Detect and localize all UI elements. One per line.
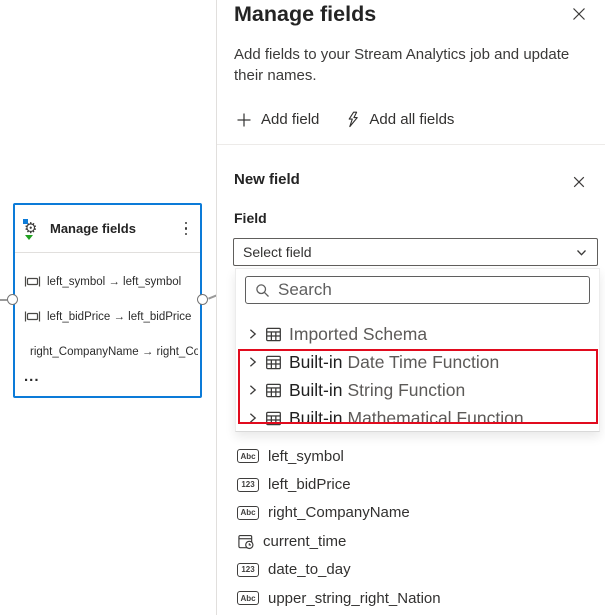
table-icon xyxy=(265,326,282,343)
chevron-right-icon xyxy=(247,356,258,368)
plus-icon xyxy=(236,112,252,128)
search-icon xyxy=(255,283,270,298)
close-icon xyxy=(571,6,587,22)
string-type-icon: Abc xyxy=(237,506,259,520)
fields-list: Abc left_symbol 123 left_bidPrice Abc ri… xyxy=(237,442,441,612)
mapping-text: left_symbol → left_symbol xyxy=(47,276,181,288)
add-all-fields-label: Add all fields xyxy=(369,111,454,128)
add-all-fields-button[interactable]: Add all fields xyxy=(345,111,454,128)
mapping-text: left_bidPrice → left_bidPrice xyxy=(47,311,191,323)
search-box[interactable] xyxy=(245,276,590,304)
more-options-icon[interactable] xyxy=(181,218,192,239)
field-name: upper_string_right_Nation xyxy=(268,590,441,607)
option-prefix: Built-in xyxy=(289,380,343,400)
table-icon xyxy=(265,354,282,371)
chevron-right-icon xyxy=(247,412,258,424)
option-prefix: Built-in xyxy=(289,352,343,372)
table-icon xyxy=(265,382,282,399)
dropdown-option-string-functions[interactable]: Built-inString Function xyxy=(236,376,599,404)
add-field-button[interactable]: Add field xyxy=(236,111,319,128)
field-name: date_to_day xyxy=(268,561,351,578)
number-type-icon: 123 xyxy=(237,478,259,492)
field-dropdown: Imported Schema Built-inDate Time Functi… xyxy=(235,268,600,432)
mapping-text: right_CompanyName → right_CompanyName xyxy=(30,346,198,358)
close-icon xyxy=(572,175,586,189)
field-row[interactable]: current_time xyxy=(237,527,441,555)
node-header: ⚙ Manage fields xyxy=(15,205,200,252)
new-field-close-button[interactable] xyxy=(570,173,588,191)
option-text: Built-inMathematical Function xyxy=(289,408,524,429)
field-name: right_CompanyName xyxy=(268,504,410,521)
manage-fields-node[interactable]: ⚙ Manage fields left_symbol → left_symbo… xyxy=(13,203,202,398)
field-label: Field xyxy=(234,210,267,226)
add-field-label: Add field xyxy=(261,111,319,128)
option-text: Built-inDate Time Function xyxy=(289,352,499,373)
dropdown-option-imported-schema[interactable]: Imported Schema xyxy=(236,320,599,348)
node-title: Manage fields xyxy=(50,221,173,236)
more-fields-ellipsis: ... xyxy=(24,372,198,382)
dropdown-option-datetime-functions[interactable]: Built-inDate Time Function xyxy=(236,348,599,376)
toolbar: Add field Add all fields xyxy=(236,111,454,128)
field-row[interactable]: Abc upper_string_right_Nation xyxy=(237,584,441,612)
input-port[interactable] xyxy=(7,294,18,305)
manage-fields-gear-icon: ⚙ xyxy=(24,220,42,238)
field-mapping-row: right_CompanyName → right_CompanyName xyxy=(24,334,198,369)
option-text: Built-inString Function xyxy=(289,380,465,401)
chevron-right-icon xyxy=(247,384,258,396)
string-type-icon: Abc xyxy=(237,449,259,463)
option-prefix: Built-in xyxy=(289,408,343,428)
option-label: Date Time Function xyxy=(348,352,500,372)
field-row[interactable]: Abc right_CompanyName xyxy=(237,499,441,527)
field-select[interactable]: Select field xyxy=(233,238,598,266)
field-row[interactable]: 123 left_bidPrice xyxy=(237,470,441,498)
field-name: left_bidPrice xyxy=(268,476,351,493)
field-name: current_time xyxy=(263,533,346,550)
new-field-title: New field xyxy=(234,171,300,188)
number-type-icon: 123 xyxy=(237,563,259,577)
chevron-down-icon xyxy=(575,246,588,259)
option-text: Imported Schema xyxy=(289,324,427,345)
panel-close-button[interactable] xyxy=(569,4,589,24)
connector-line-left xyxy=(0,299,7,301)
option-label: Mathematical Function xyxy=(348,408,524,428)
option-label: String Function xyxy=(348,380,466,400)
string-type-icon: Abc xyxy=(237,591,259,605)
field-mapping-icon xyxy=(24,276,41,287)
search-input[interactable] xyxy=(278,280,580,300)
field-mapping-icon xyxy=(24,311,41,322)
table-icon xyxy=(265,410,282,427)
section-divider xyxy=(217,144,605,145)
option-label: Imported Schema xyxy=(289,324,427,344)
datetime-type-icon xyxy=(237,533,254,550)
field-row[interactable]: Abc left_symbol xyxy=(237,442,441,470)
lightning-icon xyxy=(345,111,360,128)
output-port[interactable] xyxy=(197,294,208,305)
select-value: Select field xyxy=(243,244,311,260)
panel-description: Add fields to your Stream Analytics job … xyxy=(234,44,579,86)
panel-title: Manage fields xyxy=(234,2,376,27)
field-row[interactable]: 123 date_to_day xyxy=(237,556,441,584)
field-mapping-row: left_bidPrice → left_bidPrice xyxy=(24,299,198,334)
dropdown-option-math-functions[interactable]: Built-inMathematical Function xyxy=(236,404,599,432)
field-name: left_symbol xyxy=(268,448,344,465)
chevron-right-icon xyxy=(247,328,258,340)
node-mapping-list: left_symbol → left_symbol left_bidPrice … xyxy=(15,253,200,382)
stream-analytics-editor: ⚙ Manage fields left_symbol → left_symbo… xyxy=(0,0,605,615)
manage-fields-panel: Manage fields Add fields to your Stream … xyxy=(216,0,605,615)
field-mapping-row: left_symbol → left_symbol xyxy=(24,264,198,299)
